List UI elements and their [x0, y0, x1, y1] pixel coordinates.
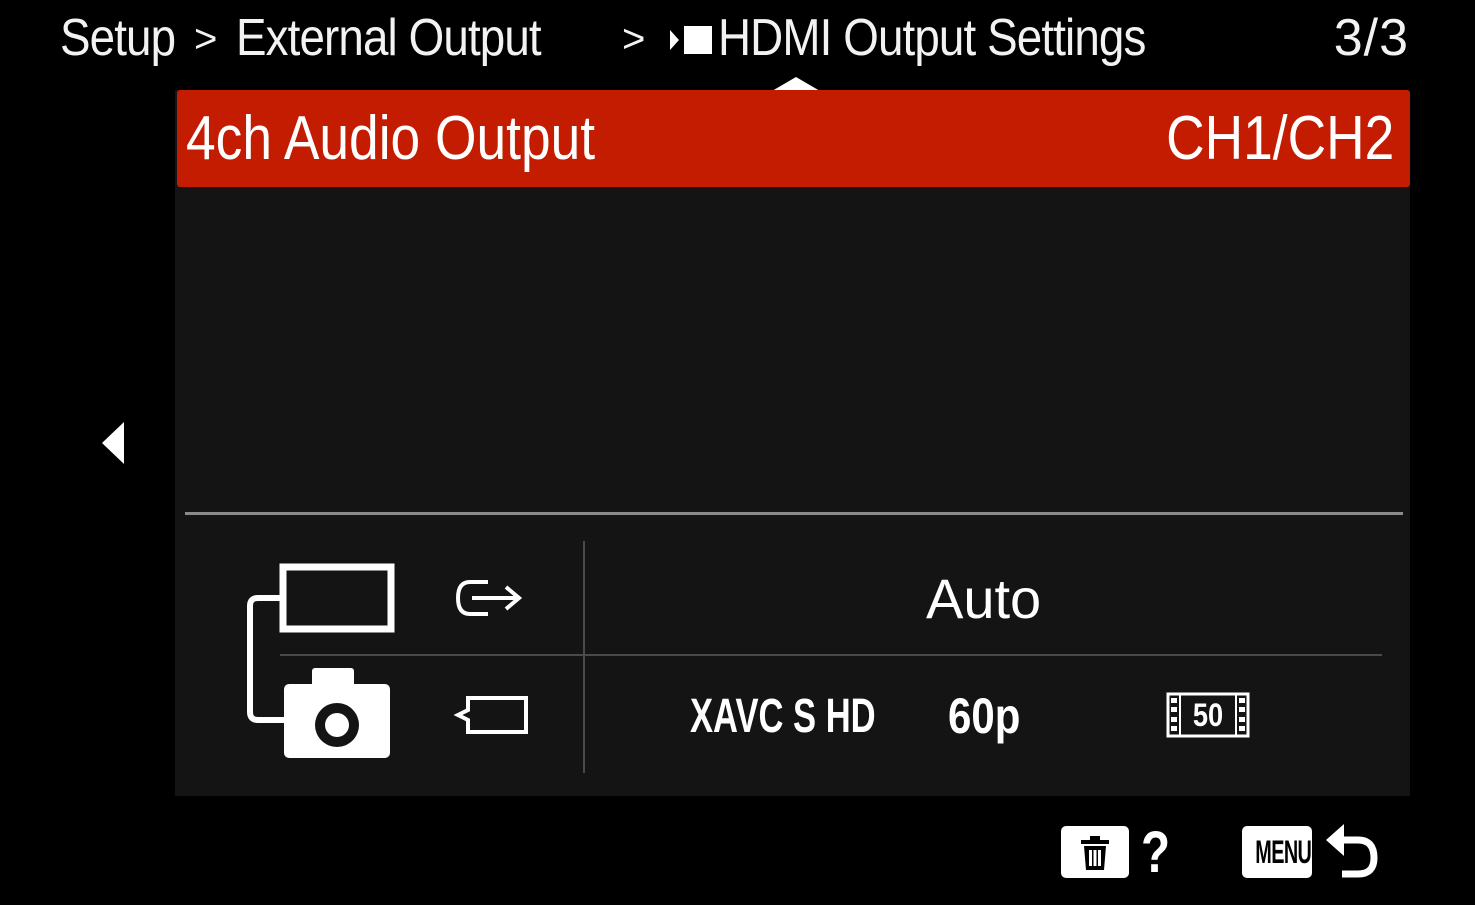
divider: [280, 654, 1382, 656]
breadcrumb-hdmi-output-settings: HDMI Output Settings: [718, 9, 1146, 67]
return-icon[interactable]: [1324, 822, 1382, 880]
movie-mode-icon: [670, 26, 712, 54]
output-icon: [455, 580, 523, 616]
divider: [583, 541, 585, 773]
bitrate-value: 50: [1192, 697, 1224, 733]
tab-pointer-icon: [772, 77, 820, 91]
menu-button-label: MENU: [1255, 834, 1312, 870]
previous-page-arrow-icon[interactable]: [102, 422, 124, 464]
hdmi-connection-icon: [247, 563, 395, 758]
recording-media-icon: [453, 696, 528, 734]
menu-item-4ch-audio-output[interactable]: 4ch Audio Output CH1/CH2: [177, 90, 1410, 187]
frame-rate-value: 60p: [948, 688, 1021, 744]
file-format-value: XAVC S HD: [690, 690, 876, 743]
breadcrumb-external-output: External Output: [236, 9, 542, 67]
menu-item-label: 4ch Audio Output: [186, 104, 596, 173]
delete-button[interactable]: [1061, 826, 1129, 878]
page-counter: 3/3: [1333, 9, 1409, 67]
output-resolution-value: Auto: [926, 567, 1042, 630]
divider: [185, 512, 1403, 515]
breadcrumb-separator: >: [622, 17, 646, 61]
trash-icon: [1081, 836, 1109, 870]
bitrate-badge: 50: [1166, 692, 1250, 738]
menu-item-value: CH1/CH2: [1165, 104, 1394, 173]
breadcrumb: Setup > External Output > HDMI Output Se…: [0, 0, 1475, 85]
breadcrumb-setup: Setup: [60, 9, 176, 67]
breadcrumb-separator: >: [194, 17, 218, 61]
help-button[interactable]: ?: [1141, 820, 1170, 886]
menu-button[interactable]: MENU: [1242, 826, 1312, 878]
